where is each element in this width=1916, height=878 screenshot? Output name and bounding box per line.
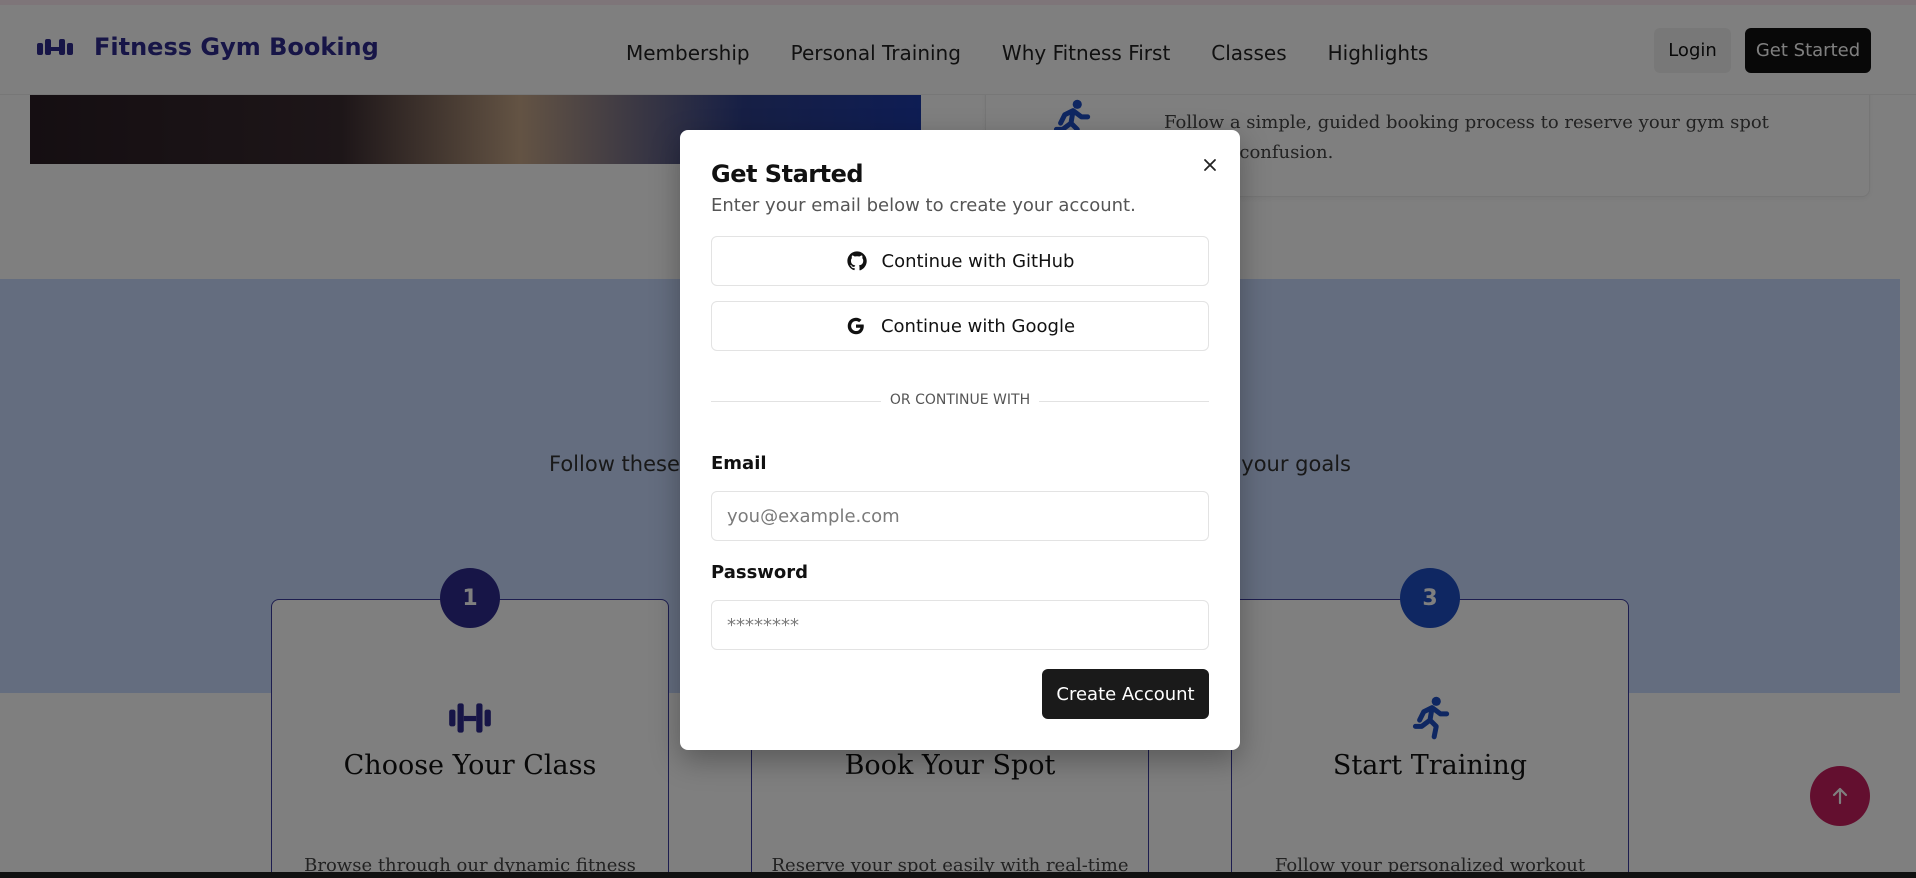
email-label: Email: [711, 453, 767, 474]
github-button-label: Continue with GitHub: [881, 250, 1075, 272]
github-icon: [846, 251, 867, 271]
or-divider: OR CONTINUE WITH: [711, 392, 1209, 408]
google-icon: [847, 317, 864, 335]
email-field[interactable]: [711, 491, 1209, 541]
bottom-bar: [0, 872, 1916, 878]
divider-label: OR CONTINUE WITH: [880, 392, 1040, 408]
password-label: Password: [711, 562, 809, 583]
get-started-dialog: Get Started Enter your email below to cr…: [680, 130, 1240, 750]
google-button-label: Continue with Google: [880, 315, 1076, 337]
close-icon: [1204, 159, 1216, 171]
create-account-button[interactable]: Create Account: [1042, 669, 1209, 719]
github-button[interactable]: Continue with GitHub: [711, 236, 1209, 286]
dialog-title: Get Started: [711, 160, 864, 188]
dialog-subtitle: Enter your email below to create your ac…: [711, 195, 1136, 216]
google-button[interactable]: Continue with Google: [711, 301, 1209, 351]
close-button[interactable]: [1195, 150, 1225, 180]
password-field[interactable]: [711, 600, 1209, 650]
